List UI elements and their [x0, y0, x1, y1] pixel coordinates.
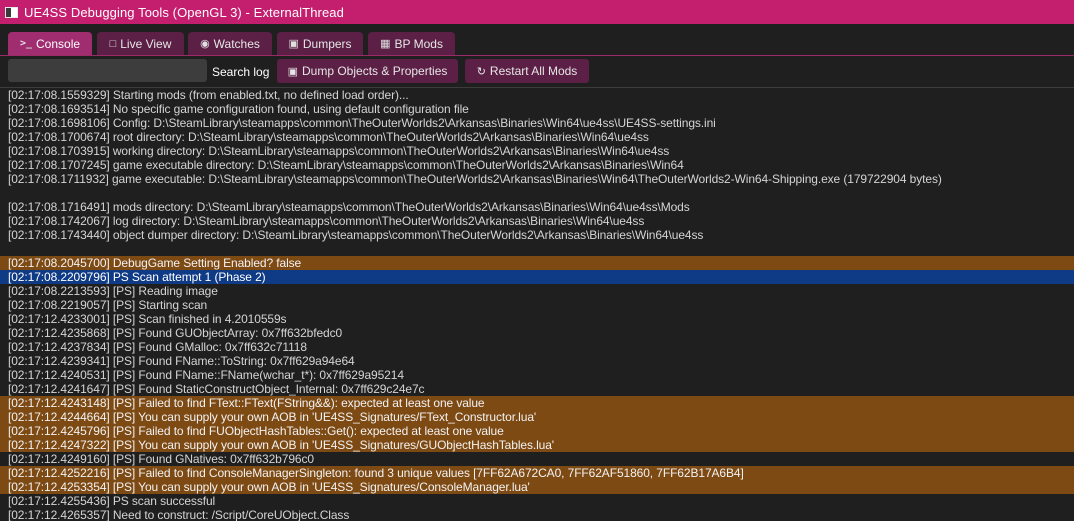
- puzzle-icon: ▦: [380, 38, 391, 50]
- log-line[interactable]: [02:17:08.1743440] object dumper directo…: [0, 228, 1074, 242]
- title-bar[interactable]: UE4SS Debugging Tools (OpenGL 3) - Exter…: [0, 0, 1074, 24]
- log-line[interactable]: [02:17:08.2045700] DebugGame Setting Ena…: [0, 256, 1074, 270]
- window-title: UE4SS Debugging Tools (OpenGL 3) - Exter…: [24, 4, 344, 20]
- document-icon: □: [109, 37, 117, 50]
- log-line[interactable]: [02:17:12.4245796] [PS] Failed to find F…: [0, 424, 1074, 438]
- log-line[interactable]: [0, 186, 1074, 200]
- log-line[interactable]: [02:17:08.1559329] Starting mods (from e…: [0, 88, 1074, 102]
- log-line[interactable]: [02:17:12.4237834] [PS] Found GMalloc: 0…: [0, 340, 1074, 354]
- log-line[interactable]: [02:17:08.1700674] root directory: D:\St…: [0, 130, 1074, 144]
- log-line[interactable]: [02:17:12.4241647] [PS] Found StaticCons…: [0, 382, 1074, 396]
- log-line[interactable]: [02:17:08.1711932] game executable: D:\S…: [0, 172, 1074, 186]
- log-line[interactable]: [02:17:12.4235868] [PS] Found GUObjectAr…: [0, 326, 1074, 340]
- tab-console[interactable]: >_ Console: [8, 32, 92, 55]
- log-line[interactable]: [02:17:12.4239341] [PS] Found FName::ToS…: [0, 354, 1074, 368]
- tab-dumpers-label: Dumpers: [302, 36, 352, 51]
- search-log-label: Search log: [212, 65, 270, 79]
- tab-bar: >_ Console □ Live View ◉ Watches ▣ Dumpe…: [0, 24, 1074, 56]
- log-line[interactable]: [02:17:12.4252216] [PS] Failed to find C…: [0, 466, 1074, 480]
- search-log-input[interactable]: [8, 59, 207, 82]
- tab-live-view-label: Live View: [120, 36, 172, 51]
- log-line[interactable]: [02:17:08.1716491] mods directory: D:\St…: [0, 200, 1074, 214]
- log-line[interactable]: [02:17:08.2209796] PS Scan attempt 1 (Ph…: [0, 270, 1074, 284]
- log-line[interactable]: [02:17:12.4253354] [PS] You can supply y…: [0, 480, 1074, 494]
- log-line[interactable]: [02:17:12.4244664] [PS] You can supply y…: [0, 410, 1074, 424]
- debugging-tools-window: UE4SS Debugging Tools (OpenGL 3) - Exter…: [0, 0, 1074, 521]
- terminal-icon: >_: [19, 38, 32, 49]
- dump-objects-label: Dump Objects & Properties: [302, 64, 448, 78]
- log-line[interactable]: [02:17:08.1703915] working directory: D:…: [0, 144, 1074, 158]
- log-line[interactable]: [02:17:12.4243148] [PS] Failed to find F…: [0, 396, 1074, 410]
- restart-all-mods-button[interactable]: ↻ Restart All Mods: [465, 59, 589, 83]
- console-toolbar: Search log ▣ Dump Objects & Properties ↻…: [0, 57, 1074, 87]
- log-line[interactable]: [02:17:12.4249160] [PS] Found GNatives: …: [0, 452, 1074, 466]
- tab-bp-mods-label: BP Mods: [394, 36, 443, 51]
- tab-console-label: Console: [36, 36, 81, 51]
- tab-watches-label: Watches: [213, 36, 260, 51]
- restart-all-mods-label: Restart All Mods: [489, 64, 578, 78]
- log-line[interactable]: [02:17:12.4240531] [PS] Found FName::FNa…: [0, 368, 1074, 382]
- log-line[interactable]: [02:17:12.4233001] [PS] Scan finished in…: [0, 312, 1074, 326]
- log-line[interactable]: [02:17:08.2213593] [PS] Reading image: [0, 284, 1074, 298]
- app-window-icon: [5, 6, 18, 18]
- eye-icon: ◉: [200, 38, 210, 50]
- log-line[interactable]: [02:17:08.2219057] [PS] Starting scan: [0, 298, 1074, 312]
- tab-bp-mods[interactable]: ▦ BP Mods: [368, 32, 455, 55]
- log-line[interactable]: [02:17:08.1742067] log directory: D:\Ste…: [0, 214, 1074, 228]
- log-line[interactable]: [02:17:12.4255436] PS scan successful: [0, 494, 1074, 508]
- log-line[interactable]: [02:17:08.1693514] No specific game conf…: [0, 102, 1074, 116]
- refresh-icon: ↻: [476, 65, 486, 78]
- log-line[interactable]: [0, 242, 1074, 256]
- log-line[interactable]: [02:17:12.4247322] [PS] You can supply y…: [0, 438, 1074, 452]
- dump-objects-button[interactable]: ▣ Dump Objects & Properties: [277, 59, 458, 83]
- tab-dumpers[interactable]: ▣ Dumpers: [277, 32, 363, 55]
- log-line[interactable]: [02:17:08.1707245] game executable direc…: [0, 158, 1074, 172]
- tab-live-view[interactable]: □ Live View: [97, 32, 184, 55]
- tab-watches[interactable]: ◉ Watches: [188, 32, 272, 55]
- log-line[interactable]: [02:17:12.4265357] Need to construct: /S…: [0, 508, 1074, 521]
- console-log[interactable]: [02:17:08.1559329] Starting mods (from e…: [0, 87, 1074, 521]
- log-line[interactable]: [02:17:08.1698106] Config: D:\SteamLibra…: [0, 116, 1074, 130]
- box-icon: ▣: [287, 65, 298, 78]
- box-icon: ▣: [288, 38, 299, 50]
